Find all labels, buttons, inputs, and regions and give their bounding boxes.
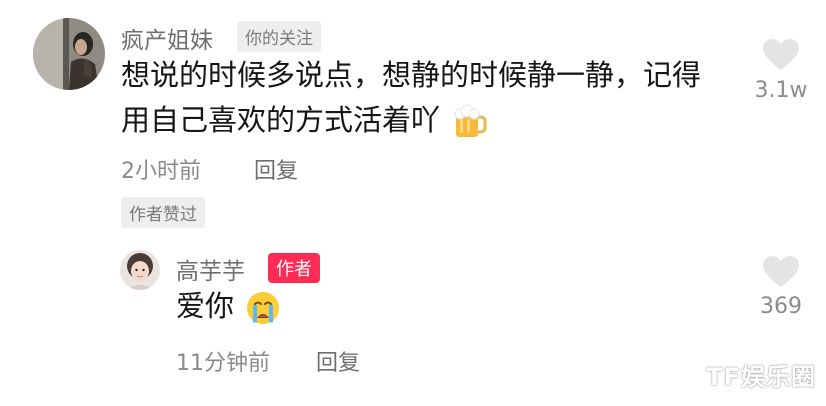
reply-username[interactable]: 高芋芋 bbox=[176, 252, 245, 286]
following-badge: 你的关注 bbox=[237, 21, 321, 52]
comment-text-line-2-text: 用自己喜欢的方式活着吖 bbox=[121, 103, 441, 137]
comment-thread: 疯产姐妹 你的关注 想说的时候多说点，想静的时候静一静，记得 用自己喜欢的方式活… bbox=[0, 0, 826, 406]
heart-icon[interactable] bbox=[762, 38, 800, 72]
crying-face-emoji bbox=[245, 290, 281, 326]
comment-username[interactable]: 疯产姐妹 bbox=[121, 21, 213, 55]
comment-like-count: 3.1w bbox=[754, 78, 808, 103]
reply-text-content: 爱你 bbox=[176, 289, 235, 323]
reply-time: 11分钟前 bbox=[176, 351, 270, 376]
heart-icon[interactable] bbox=[762, 255, 800, 289]
comment-time: 2小时前 bbox=[121, 159, 201, 184]
avatar[interactable] bbox=[120, 250, 160, 290]
comment-text-line-1: 想说的时候多说点，想静的时候静一静，记得 bbox=[121, 58, 702, 92]
author-liked-badge: 作者赞过 bbox=[121, 197, 205, 228]
reply-text: 爱你 bbox=[176, 284, 281, 329]
comment-text-line-2: 用自己喜欢的方式活着吖 bbox=[121, 98, 741, 143]
comment-text: 想说的时候多说点，想静的时候静一静，记得 用自己喜欢的方式活着吖 bbox=[121, 53, 741, 143]
watermark: TF娱乐圈 bbox=[706, 363, 816, 391]
reply-like-count: 369 bbox=[760, 294, 802, 319]
beer-mug-emoji bbox=[451, 104, 487, 140]
author-badge: 作者 bbox=[268, 253, 320, 283]
avatar[interactable] bbox=[33, 18, 105, 90]
comment-reply-button[interactable]: 回复 bbox=[254, 153, 298, 185]
reply-reply-button[interactable]: 回复 bbox=[316, 345, 360, 377]
